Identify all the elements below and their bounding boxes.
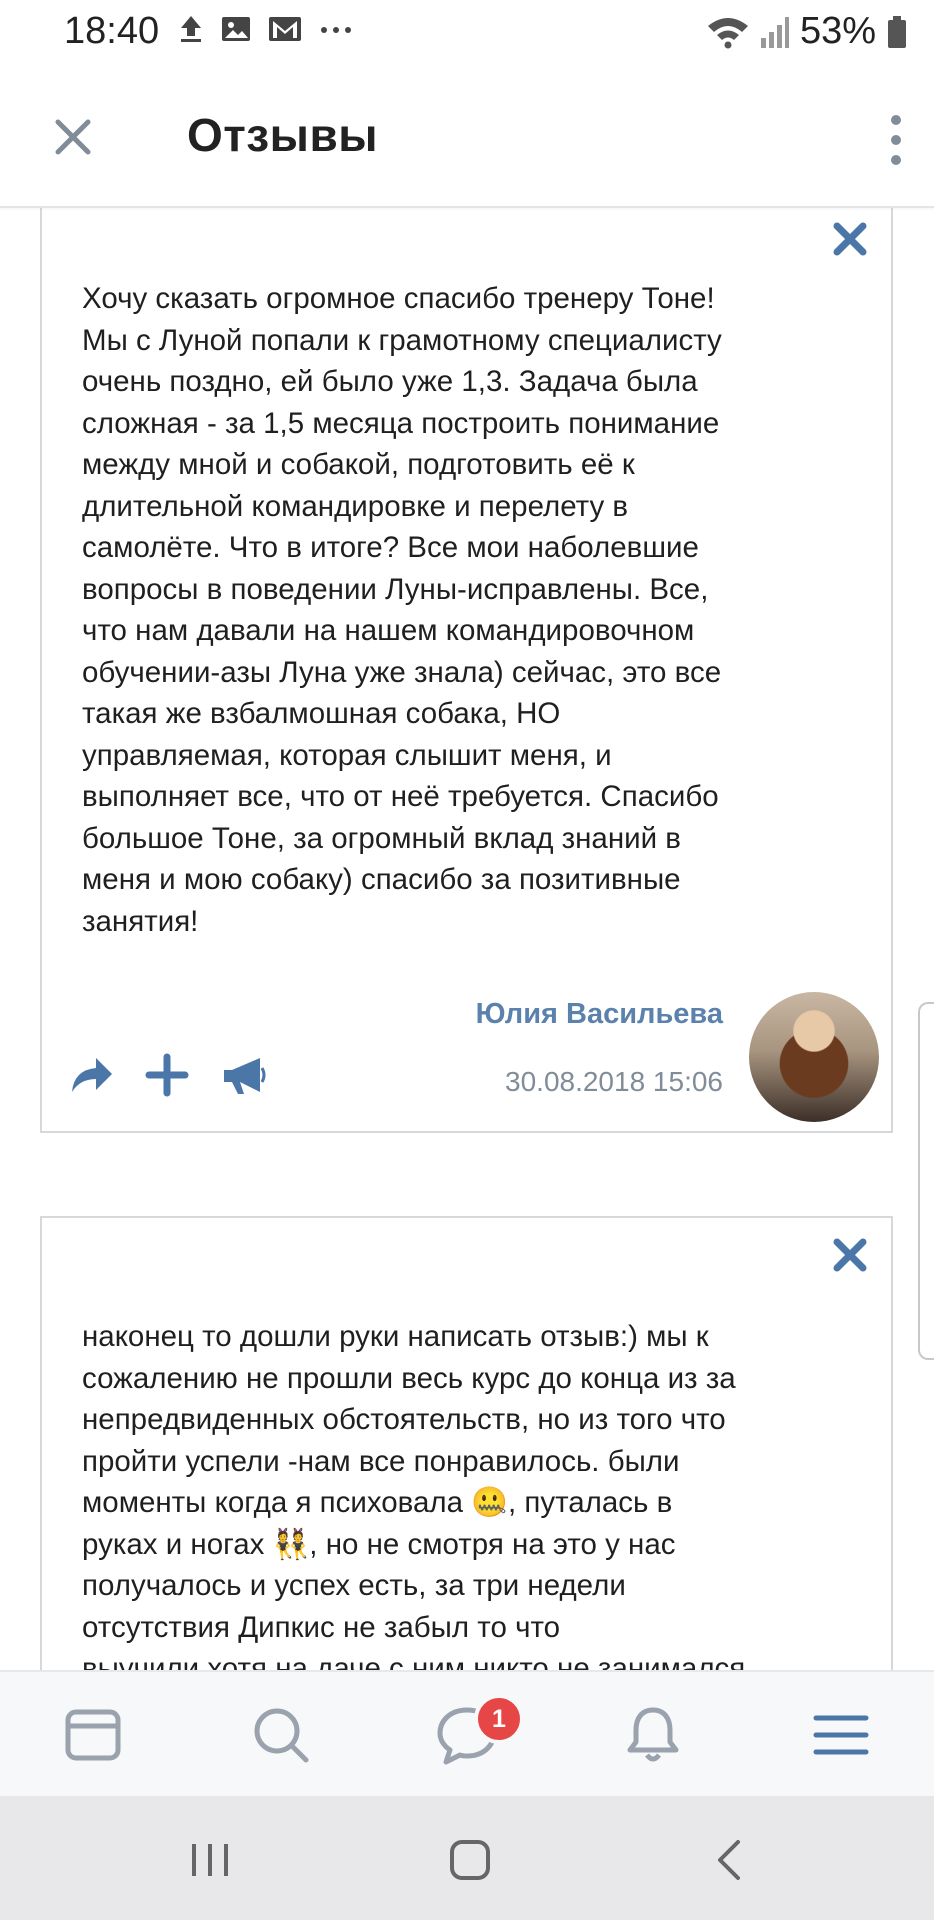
signal-icon — [760, 16, 789, 48]
notifications-icon[interactable] — [620, 1702, 686, 1768]
battery-percent: 53% — [799, 10, 876, 52]
gmail-icon — [269, 17, 301, 41]
status-notification-icons — [178, 14, 354, 44]
recent-apps-icon[interactable] — [180, 1830, 240, 1890]
menu-icon[interactable] — [808, 1702, 874, 1768]
upload-icon — [181, 16, 201, 42]
back-icon[interactable] — [700, 1830, 760, 1890]
add-icon[interactable] — [144, 1052, 190, 1098]
page-title: Отзывы — [187, 109, 379, 161]
battery-icon — [888, 15, 906, 48]
review-text: наконец то дошли руки написать отзыв:) м… — [82, 1320, 746, 1670]
review-card: наконец то дошли руки написать отзыв:) м… — [40, 1216, 893, 1670]
delete-review-icon[interactable] — [831, 220, 869, 258]
wifi-icon — [707, 17, 748, 48]
share-icon[interactable] — [68, 1052, 114, 1098]
home-icon[interactable] — [440, 1830, 500, 1890]
status-system-icons: 53% — [706, 10, 908, 53]
reviews-list[interactable]: Хочу сказать огромное спасибо тренеру То… — [0, 206, 934, 1670]
system-navigation — [0, 1796, 934, 1920]
more-icon — [321, 27, 351, 33]
image-icon — [222, 17, 250, 41]
reviewer-avatar[interactable] — [749, 992, 879, 1122]
close-icon[interactable] — [46, 110, 100, 164]
messages-badge: 1 — [474, 1694, 524, 1744]
bottom-navigation — [0, 1670, 934, 1798]
reviewer-name[interactable]: Юлия Васильева — [476, 998, 723, 1031]
more-vertical-icon[interactable] — [876, 110, 916, 170]
status-bar: 18:40 53% — [0, 0, 934, 66]
review-date: 30.08.2018 15:06 — [505, 1066, 723, 1097]
megaphone-icon[interactable] — [220, 1052, 266, 1098]
review-text: Хочу сказать огромное спасибо тренеру То… — [82, 282, 722, 938]
review-card: Хочу сказать огромное спасибо тренеру То… — [40, 206, 893, 1133]
app-bar: Отзывы — [0, 66, 934, 208]
news-icon[interactable] — [60, 1702, 126, 1768]
search-icon[interactable] — [248, 1702, 314, 1768]
review-actions — [68, 1052, 266, 1098]
status-time: 18:40 — [64, 10, 160, 52]
scrollbar-handle[interactable] — [918, 1002, 934, 1360]
delete-review-icon[interactable] — [831, 1236, 869, 1274]
